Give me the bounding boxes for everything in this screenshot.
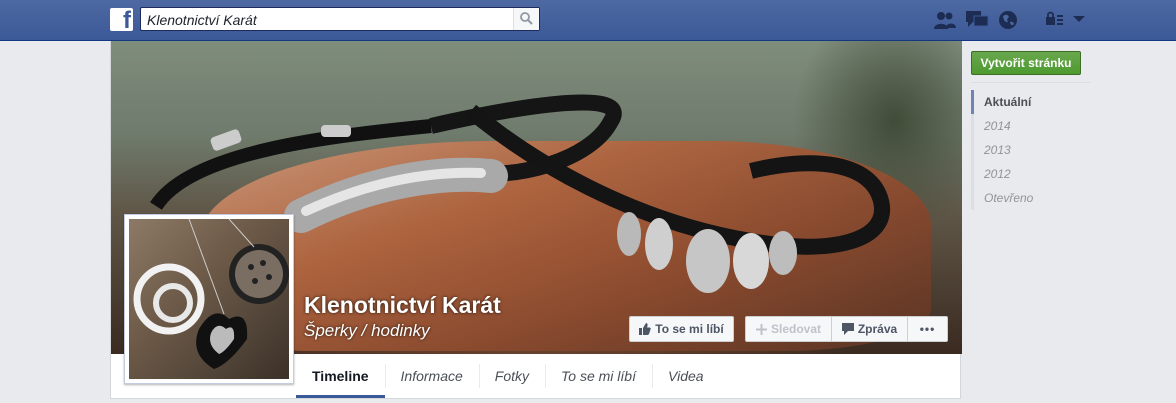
follow-button-label: Sledovat	[770, 322, 821, 336]
search-input[interactable]	[147, 11, 507, 28]
page-title[interactable]: Klenotnictví Karát	[304, 292, 501, 319]
facebook-logo-letter: f	[123, 7, 131, 34]
friend-requests-icon[interactable]	[933, 10, 957, 30]
page-tabs: Timeline Informace Fotky To se mi líbí V…	[296, 354, 720, 398]
year-item-opened[interactable]: Otevřeno	[971, 186, 1091, 210]
tab-timeline[interactable]: Timeline	[296, 354, 385, 398]
profile-picture[interactable]	[124, 214, 294, 384]
timeline-year-nav: Aktuální 2014 2013 2012 Otevřeno	[971, 90, 1091, 210]
year-item-2014[interactable]: 2014	[971, 114, 1091, 138]
create-page-button[interactable]: Vytvořit stránku	[971, 51, 1081, 75]
tab-videos[interactable]: Videa	[652, 354, 720, 398]
top-navigation-bar: f	[0, 0, 1176, 41]
message-button-label: Zpráva	[857, 322, 898, 336]
tab-information[interactable]: Informace	[384, 354, 479, 398]
search-box	[140, 7, 540, 31]
profile-picture-image	[129, 219, 289, 379]
year-item-2013[interactable]: 2013	[971, 138, 1091, 162]
messages-icon[interactable]	[965, 10, 989, 30]
thumbs-up-icon	[639, 323, 651, 335]
sidebar-divider	[971, 82, 1091, 83]
like-button[interactable]: To se mi líbí	[629, 316, 734, 342]
like-button-label: To se mi líbí	[655, 322, 724, 336]
search-button[interactable]	[513, 8, 539, 30]
message-button[interactable]: Zpráva	[831, 316, 908, 342]
page-category[interactable]: Šperky / hodinky	[304, 321, 430, 341]
message-icon	[841, 323, 854, 335]
page-header-card: Klenotnictví Karát Šperky / hodinky To s…	[110, 41, 962, 399]
follow-button[interactable]: Sledovat	[745, 316, 832, 342]
privacy-icon[interactable]	[1044, 10, 1064, 28]
year-item-2012[interactable]: 2012	[971, 162, 1091, 186]
notifications-globe-icon[interactable]	[998, 10, 1018, 30]
tab-likes[interactable]: To se mi líbí	[545, 354, 652, 398]
profile-jewelry-illustration	[133, 219, 289, 369]
tab-photos[interactable]: Fotky	[478, 354, 545, 398]
more-dots-icon: •••	[919, 322, 936, 336]
search-icon	[520, 12, 533, 25]
account-menu-chevron-icon[interactable]	[1072, 14, 1086, 24]
year-item-current[interactable]: Aktuální	[971, 90, 1091, 114]
plus-icon	[755, 323, 767, 335]
more-options-button[interactable]: •••	[907, 316, 948, 342]
facebook-logo[interactable]: f	[110, 7, 133, 34]
